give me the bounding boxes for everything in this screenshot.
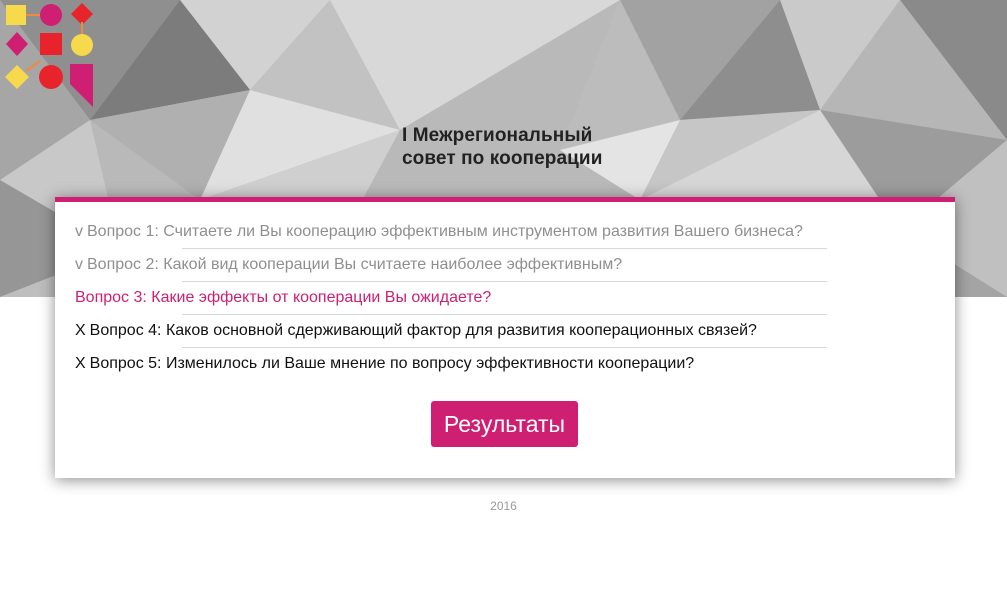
- results-button[interactable]: Результаты: [431, 401, 578, 447]
- logo-title-line1: I Межрегиональный: [402, 125, 593, 146]
- question-status-marker: v: [75, 256, 83, 273]
- question-text: Считаете ли Вы кооперацию эффективным ин…: [163, 223, 803, 240]
- question-item-1[interactable]: v Вопрос 1: Считаете ли Вы кооперацию эфф…: [75, 216, 827, 248]
- survey-card: v Вопрос 1: Считаете ли Вы кооперацию эфф…: [55, 197, 955, 478]
- question-item-5[interactable]: X Вопрос 5: Изменилось ли Ваше мнение по …: [75, 348, 827, 380]
- logo-title: I Межрегиональный совет по кооперации: [402, 124, 642, 170]
- logo-mark-icon: [5, 3, 93, 107]
- question-label: Вопрос 3:: [75, 289, 147, 306]
- question-item-3[interactable]: Вопрос 3: Какие эффекты от кооперации Вы…: [75, 282, 827, 314]
- question-status-marker: X: [75, 322, 86, 339]
- question-label: Вопрос 5:: [89, 355, 162, 372]
- logo-title-line2: совет по кооперации: [402, 148, 603, 169]
- question-item-2[interactable]: v Вопрос 2: Какой вид кооперации Вы счита…: [75, 249, 827, 281]
- question-text: Каков основной сдерживающий фактор для р…: [165, 322, 757, 339]
- question-text: Какой вид кооперации Вы считаете наиболе…: [163, 256, 623, 273]
- footer-year: 2016: [490, 499, 517, 513]
- question-list: v Вопрос 1: Считаете ли Вы кооперацию эфф…: [75, 216, 827, 380]
- question-label: Вопрос 4:: [89, 322, 162, 339]
- question-text: Какие эффекты от кооперации Вы ожидаете?: [151, 289, 492, 306]
- question-status-marker: v: [75, 223, 83, 240]
- question-status-marker: X: [75, 355, 86, 372]
- question-text: Изменилось ли Ваше мнение по вопросу эфф…: [165, 355, 695, 372]
- question-item-4[interactable]: X Вопрос 4: Каков основной сдерживающий ф…: [75, 315, 827, 347]
- question-label: Вопрос 1:: [87, 223, 159, 240]
- question-label: Вопрос 2:: [87, 256, 159, 273]
